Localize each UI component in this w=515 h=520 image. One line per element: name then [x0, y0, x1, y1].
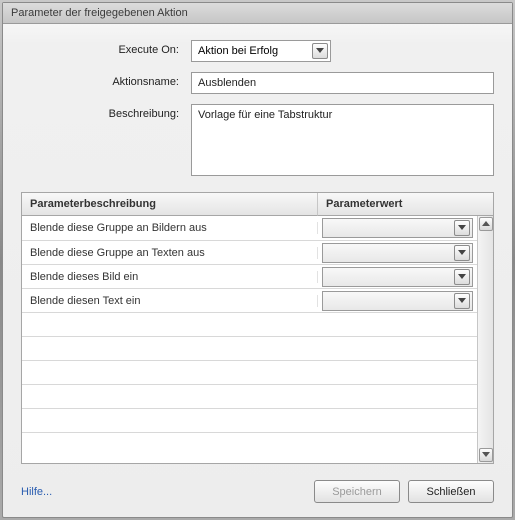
- chevron-down-icon[interactable]: [454, 220, 470, 236]
- param-desc-cell: Blende diesen Text ein: [22, 295, 318, 307]
- dialog-content: Execute On: Aktion bei Erfolg Aktionsnam…: [3, 24, 512, 470]
- action-name-input[interactable]: [191, 72, 494, 94]
- label-action-name: Aktionsname:: [21, 72, 191, 88]
- table-row-empty: [22, 432, 477, 456]
- table-row-empty: [22, 312, 477, 336]
- table-row: Blende diesen Text ein: [22, 288, 477, 312]
- help-link[interactable]: Hilfe...: [21, 486, 52, 498]
- table-row: Blende diese Gruppe an Texten aus: [22, 240, 477, 264]
- chevron-down-icon[interactable]: [312, 43, 328, 59]
- param-desc-cell: Blende diese Gruppe an Texten aus: [22, 247, 318, 259]
- param-desc-cell: Blende dieses Bild ein: [22, 271, 318, 283]
- dialog-title: Parameter der freigegebenen Aktion: [3, 3, 512, 24]
- dialog-footer: Hilfe... Speichern Schließen: [3, 470, 512, 517]
- chevron-down-icon[interactable]: [454, 293, 470, 309]
- table-header: Parameterbeschreibung Parameterwert: [22, 193, 493, 216]
- vertical-scrollbar[interactable]: [477, 216, 493, 463]
- close-button[interactable]: Schließen: [408, 480, 494, 503]
- dialog-window: Parameter der freigegebenen Aktion Execu…: [2, 2, 513, 518]
- row-execute-on: Execute On: Aktion bei Erfolg: [21, 40, 494, 62]
- scroll-up-icon[interactable]: [479, 217, 493, 231]
- label-description: Beschreibung:: [21, 104, 191, 120]
- param-value-select[interactable]: [322, 218, 473, 238]
- row-description: Beschreibung:: [21, 104, 494, 176]
- param-desc-cell: Blende diese Gruppe an Bildern aus: [22, 222, 318, 234]
- chevron-down-icon[interactable]: [454, 245, 470, 261]
- table-row-empty: [22, 408, 477, 432]
- save-button[interactable]: Speichern: [314, 480, 400, 503]
- table-row: Blende diese Gruppe an Bildern aus: [22, 216, 477, 240]
- param-value-select[interactable]: [322, 291, 473, 311]
- col-header-value: Parameterwert: [318, 193, 493, 216]
- table-row-empty: [22, 360, 477, 384]
- parameter-table: Parameterbeschreibung Parameterwert Blen…: [21, 192, 494, 464]
- row-action-name: Aktionsname:: [21, 72, 494, 94]
- execute-on-select[interactable]: Aktion bei Erfolg: [191, 40, 331, 62]
- table-row-empty: [22, 336, 477, 360]
- table-rows: Blende diese Gruppe an Bildern aus Blende…: [22, 216, 477, 463]
- chevron-down-icon[interactable]: [454, 269, 470, 285]
- scroll-down-icon[interactable]: [479, 448, 493, 462]
- description-textarea[interactable]: [191, 104, 494, 176]
- param-value-select[interactable]: [322, 243, 473, 263]
- table-row: Blende dieses Bild ein: [22, 264, 477, 288]
- param-value-select[interactable]: [322, 267, 473, 287]
- col-header-desc: Parameterbeschreibung: [22, 193, 318, 216]
- label-execute-on: Execute On:: [21, 40, 191, 56]
- table-row-empty: [22, 384, 477, 408]
- execute-on-value: Aktion bei Erfolg: [198, 45, 306, 57]
